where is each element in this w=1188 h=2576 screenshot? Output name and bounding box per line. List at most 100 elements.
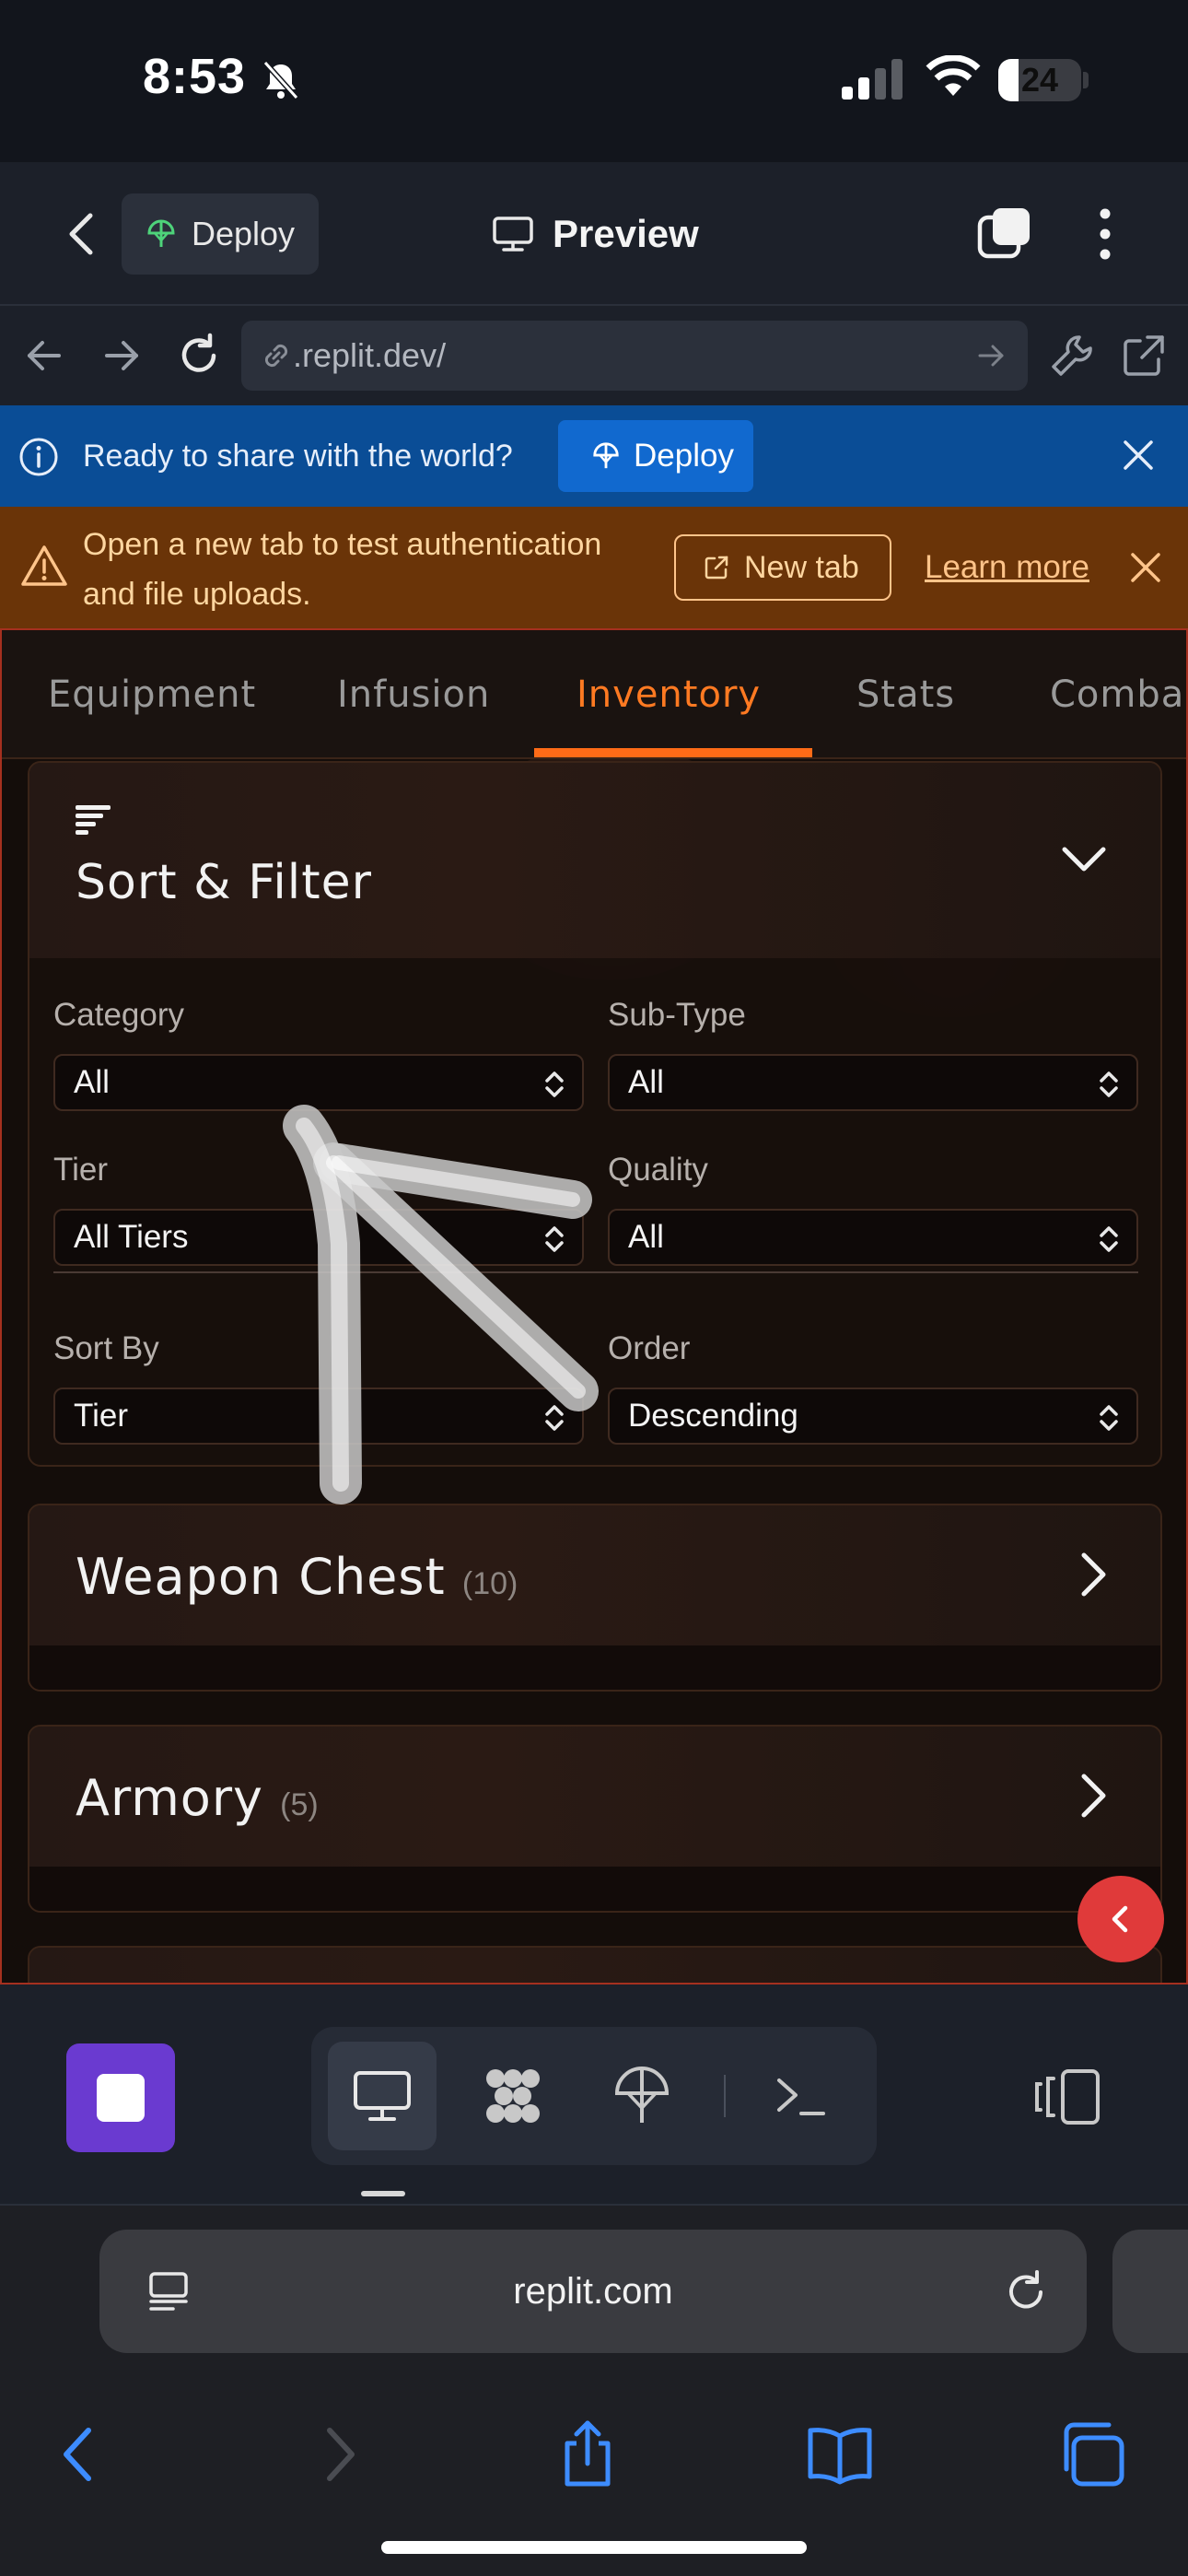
stop-button[interactable]: [66, 2043, 175, 2152]
next-section[interactable]: [28, 1946, 1162, 1983]
weapon-chest-title: Weapon Chest: [76, 1548, 446, 1606]
warning-text: Open a new tab to test authentication an…: [83, 520, 672, 619]
preview-title: Preview: [492, 205, 699, 263]
safari-back-icon[interactable]: [42, 2418, 116, 2491]
select-arrows-icon: [1100, 1405, 1118, 1431]
share-banner-text: Ready to share with the world?: [83, 439, 513, 474]
weapon-chest-section[interactable]: Weapon Chest (10): [28, 1504, 1162, 1692]
link-icon: [264, 344, 288, 368]
home-indicator: [381, 2541, 807, 2554]
deployments-tool-button[interactable]: [588, 2042, 696, 2150]
chevron-right-icon[interactable]: [1068, 1550, 1118, 1599]
warning-line-1: Open a new tab to test authentication: [83, 527, 602, 562]
armory-title: Armory: [76, 1769, 263, 1827]
safari-toolbar: replit.com: [0, 2206, 1188, 2576]
external-link-icon: [705, 556, 728, 580]
status-time: 8:53: [143, 49, 247, 104]
close-icon[interactable]: [1118, 435, 1159, 475]
warning-line-2: and file uploads.: [83, 577, 311, 612]
section-title: Armory (5): [76, 1769, 319, 1827]
next-section-header: [29, 1948, 1160, 1983]
tier-select[interactable]: All Tiers: [53, 1209, 584, 1266]
quality-select[interactable]: All: [608, 1209, 1138, 1266]
url-input[interactable]: .replit.dev/: [241, 321, 1028, 391]
new-tab-button[interactable]: New tab: [674, 534, 891, 601]
share-icon[interactable]: [551, 2418, 624, 2491]
safari-address-bar[interactable]: replit.com: [99, 2230, 1087, 2353]
filter-divider: [53, 1271, 1138, 1273]
status-bar: 8:53 24: [0, 0, 1188, 162]
reload-icon[interactable]: [1002, 2268, 1050, 2316]
subtype-value: All: [628, 1064, 664, 1100]
tab-combat[interactable]: Comba: [1050, 630, 1184, 759]
replit-header: Deploy Preview: [0, 162, 1188, 306]
banner-deploy-button[interactable]: Deploy: [558, 420, 753, 492]
tab-stats[interactable]: Stats: [856, 630, 955, 759]
quality-value: All: [628, 1219, 664, 1255]
monitor-icon: [354, 2071, 411, 2121]
tier-label: Tier: [53, 1152, 108, 1188]
item-preview-strip: [29, 1645, 1160, 1690]
chevron-down-icon[interactable]: [1059, 835, 1109, 884]
deploy-label: Deploy: [192, 215, 296, 252]
select-arrows-icon: [545, 1071, 564, 1097]
order-select[interactable]: Descending: [608, 1388, 1138, 1445]
order-label: Order: [608, 1330, 691, 1366]
subtype-select[interactable]: All: [608, 1054, 1138, 1111]
tier-value: All Tiers: [74, 1219, 189, 1255]
tabs-icon[interactable]: [976, 205, 1035, 263]
select-arrows-icon: [1100, 1071, 1118, 1097]
agent-icon: [486, 2069, 540, 2123]
sort-lines-icon: [76, 805, 111, 835]
tab-infusion[interactable]: Infusion: [337, 630, 490, 759]
refresh-icon[interactable]: [173, 330, 225, 381]
weapon-chest-count: (10): [461, 1566, 518, 1601]
next-tab-preview[interactable]: [1112, 2230, 1188, 2353]
go-arrow-icon[interactable]: [974, 339, 1007, 372]
collapse-back-button[interactable]: [1077, 1876, 1164, 1962]
select-arrows-icon: [545, 1226, 564, 1252]
toolbar-divider: [724, 2075, 726, 2117]
arrow-right-icon[interactable]: [96, 330, 147, 381]
category-select[interactable]: All: [53, 1054, 584, 1111]
close-icon[interactable]: [1125, 547, 1166, 588]
tab-equipment[interactable]: Equipment: [48, 630, 256, 759]
agent-tool-button[interactable]: [459, 2042, 567, 2150]
item-preview-strip: [29, 1867, 1160, 1911]
back-chevron-icon[interactable]: [55, 206, 111, 262]
terminal-icon: [777, 2078, 825, 2115]
arrow-left-icon[interactable]: [18, 330, 70, 381]
deploy-button[interactable]: Deploy: [122, 193, 319, 275]
deploy-icon: [593, 442, 619, 469]
battery-icon: 24: [998, 59, 1081, 101]
tab-inventory[interactable]: Inventory: [577, 630, 761, 759]
auth-warning-banner: Open a new tab to test authentication an…: [0, 507, 1188, 628]
category-value: All: [74, 1064, 110, 1100]
armory-header: Armory (5): [29, 1727, 1160, 1867]
device-layout-icon[interactable]: [1030, 2067, 1103, 2126]
external-link-icon[interactable]: [1118, 330, 1170, 381]
share-banner: Ready to share with the world? Deploy: [0, 405, 1188, 507]
armory-section[interactable]: Armory (5): [28, 1725, 1162, 1913]
section-title: Weapon Chest (10): [76, 1548, 518, 1606]
sort-by-select[interactable]: Tier: [53, 1388, 584, 1445]
preview-tool-button[interactable]: [328, 2042, 437, 2150]
learn-more-link[interactable]: Learn more: [925, 507, 1089, 628]
armory-count: (5): [280, 1787, 319, 1822]
sort-by-label: Sort By: [53, 1330, 159, 1366]
preview-label: Preview: [553, 212, 699, 255]
safari-domain: replit.com: [513, 2271, 673, 2312]
warning-triangle-icon: [21, 545, 67, 586]
wrench-icon[interactable]: [1046, 330, 1098, 381]
bookmarks-icon[interactable]: [803, 2418, 877, 2491]
new-tab-label: New tab: [744, 549, 859, 585]
console-tool-button[interactable]: [746, 2042, 855, 2150]
tabs-overview-icon[interactable]: [1057, 2418, 1131, 2491]
sort-filter-header[interactable]: Sort & Filter: [29, 763, 1160, 958]
subtype-label: Sub-Type: [608, 997, 746, 1033]
quality-label: Quality: [608, 1152, 708, 1188]
category-label: Category: [53, 997, 185, 1033]
more-vertical-icon[interactable]: [1083, 205, 1127, 263]
safari-forward-icon[interactable]: [302, 2418, 376, 2491]
chevron-right-icon[interactable]: [1068, 1771, 1118, 1821]
